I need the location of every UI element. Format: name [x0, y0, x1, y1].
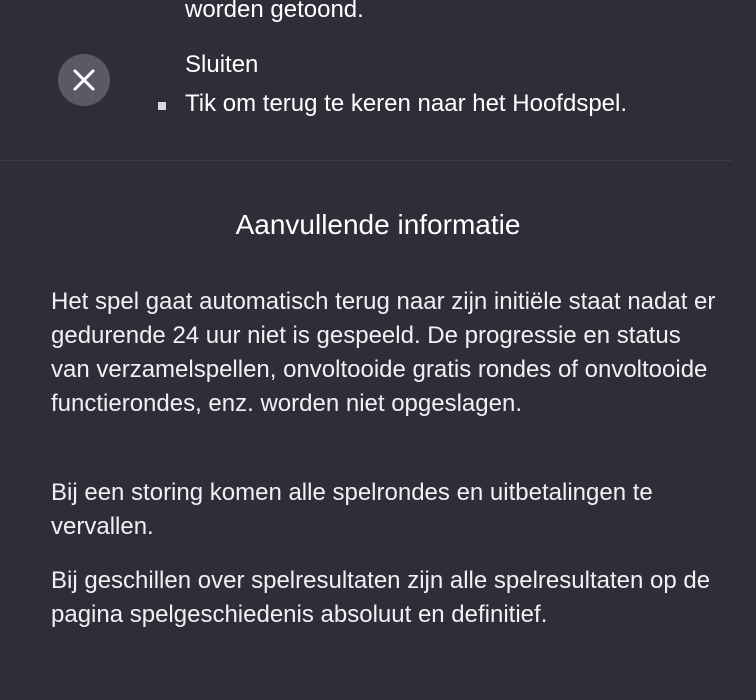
additional-info-paragraph-3: Bij geschillen over spelresultaten zijn … — [51, 567, 711, 628]
additional-info-paragraph-1: Het spel gaat automatisch terug naar zij… — [51, 288, 716, 417]
close-icon — [58, 54, 110, 106]
close-icon-glyph — [73, 69, 95, 91]
additional-info-paragraph-2: Bij een storing komen alle spelrondes en… — [51, 479, 653, 540]
additional-info-heading: Aanvullende informatie — [235, 209, 521, 240]
help-item-list: worden getoond. Sluiten Tik om terug te … — [0, 0, 732, 160]
previous-item-text: worden getoond. — [185, 0, 364, 23]
section-divider — [0, 160, 732, 161]
close-item-description-row: Tik om terug te keren naar het Hoofdspel… — [158, 86, 627, 122]
bullet-icon — [158, 102, 166, 110]
close-item-title: Sluiten — [185, 51, 259, 78]
close-item-description: Tik om terug te keren naar het Hoofdspel… — [185, 90, 628, 117]
